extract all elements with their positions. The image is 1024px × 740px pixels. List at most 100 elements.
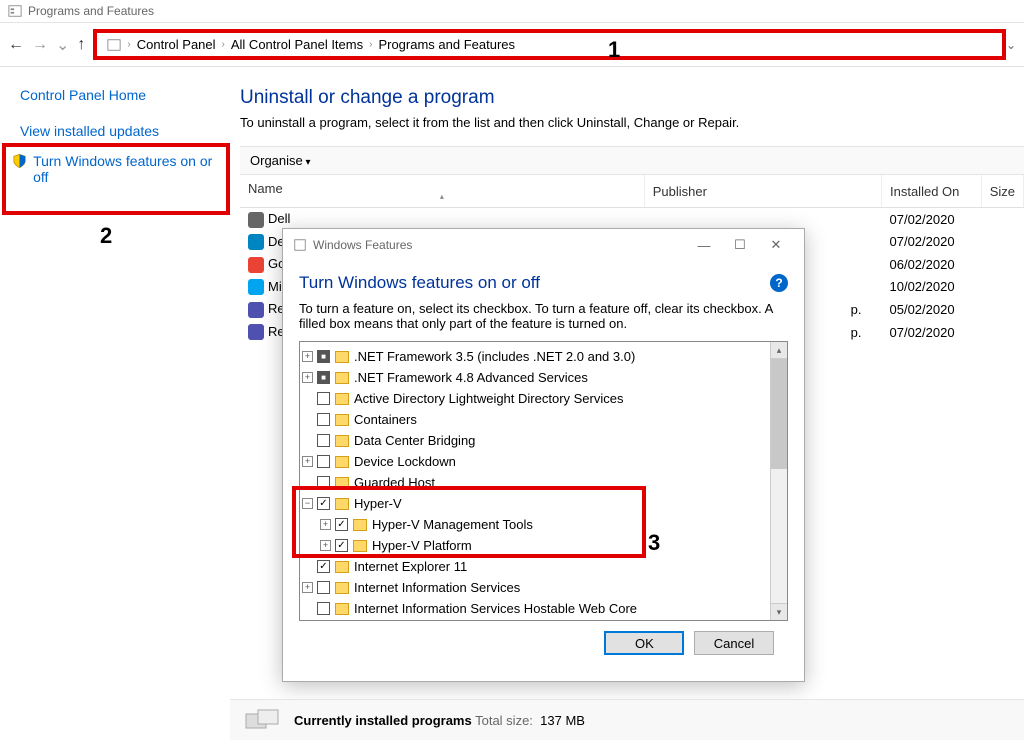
nav-row: ← → ⌄ ↑ › Control Panel › All Control Pa… [0,23,1024,67]
feature-checkbox[interactable] [317,497,330,510]
expand-toggle [302,561,313,572]
status-meta: Total size: [475,713,533,728]
feature-row[interactable]: Data Center Bridging [302,430,768,451]
feature-checkbox[interactable] [317,371,330,384]
feature-label: Internet Information Services Hostable W… [354,601,637,616]
feature-label: Hyper-V Management Tools [372,517,533,532]
feature-label: Device Lockdown [354,454,456,469]
feature-checkbox[interactable] [317,602,330,615]
feature-checkbox[interactable] [317,413,330,426]
chevron-right-icon: › [222,39,225,50]
minimize-button[interactable]: — [686,238,722,253]
expand-toggle[interactable]: + [302,351,313,362]
feature-checkbox[interactable] [317,581,330,594]
feature-checkbox[interactable] [335,518,348,531]
toolbar: Organise [240,146,1024,175]
feature-checkbox[interactable] [335,539,348,552]
dialog-titlebar[interactable]: Windows Features — ☐ ✕ [283,229,804,261]
help-icon[interactable]: ? [770,274,788,292]
sidebar-home-link[interactable]: Control Panel Home [20,87,230,103]
feature-label: Containers [354,412,417,427]
breadcrumb-item[interactable]: Programs and Features [378,37,515,52]
folder-icon [335,414,349,426]
feature-row[interactable]: Internet Information Services Hostable W… [302,598,768,619]
expand-toggle[interactable]: + [302,372,313,383]
window-titlebar: Programs and Features [0,0,1024,23]
sidebar-updates-link[interactable]: View installed updates [20,123,230,139]
status-label: Currently installed programs [294,713,472,728]
programs-icon [244,708,284,732]
col-name[interactable]: Name▴ [240,175,644,208]
feature-label: Data Center Bridging [354,433,475,448]
col-publisher[interactable]: Publisher [644,175,881,208]
feature-label: Hyper-V [354,496,402,511]
feature-row[interactable]: + Hyper-V Platform [302,535,768,556]
nav-back[interactable]: ← [8,36,24,54]
page-subtext: To uninstall a program, select it from t… [240,115,1024,130]
col-size[interactable]: Size [981,175,1023,208]
nav-forward[interactable]: → [32,36,48,54]
feature-row[interactable]: + Device Lockdown [302,451,768,472]
nav-up[interactable]: ↑ [77,36,85,54]
feature-label: Guarded Host [354,475,435,490]
feature-row[interactable]: + .NET Framework 3.5 (includes .NET 2.0 a… [302,346,768,367]
folder-icon [335,561,349,573]
scrollbar[interactable]: ▴ ▾ [770,342,787,620]
breadcrumb-item[interactable]: Control Panel [137,37,216,52]
folder-icon [353,519,367,531]
folder-icon [335,435,349,447]
organise-button[interactable]: Organise [250,153,311,168]
folder-icon [335,351,349,363]
scroll-up-icon[interactable]: ▴ [771,342,787,359]
expand-toggle[interactable]: + [320,540,331,551]
sidebar-features-label[interactable]: Turn Windows features on or off [33,153,220,185]
feature-row[interactable]: + Hyper-V Management Tools [302,514,768,535]
breadcrumb[interactable]: › Control Panel › All Control Panel Item… [93,29,1006,60]
feature-row[interactable]: Active Directory Lightweight Directory S… [302,388,768,409]
dialog-heading: Turn Windows features on or off ? [299,273,788,293]
feature-checkbox[interactable] [317,434,330,447]
scroll-down-icon[interactable]: ▾ [771,603,787,620]
feature-row[interactable]: − Hyper-V [302,493,768,514]
address-dropdown-icon[interactable]: ⌄ [1006,38,1016,52]
expand-toggle [302,393,313,404]
feature-checkbox[interactable] [317,392,330,405]
folder-icon [353,540,367,552]
feature-checkbox[interactable] [317,476,330,489]
feature-label: .NET Framework 3.5 (includes .NET 2.0 an… [354,349,635,364]
expand-toggle[interactable]: − [302,498,313,509]
feature-label: Hyper-V Platform [372,538,472,553]
close-button[interactable]: ✕ [758,237,794,253]
feature-checkbox[interactable] [317,350,330,363]
features-icon [293,238,307,252]
feature-checkbox[interactable] [317,560,330,573]
expand-toggle [302,477,313,488]
sidebar-features-link[interactable]: Turn Windows features on or off [2,143,230,215]
expand-toggle[interactable]: + [302,456,313,467]
feature-row[interactable]: Internet Explorer 11 [302,556,768,577]
feature-checkbox[interactable] [317,455,330,468]
feature-row[interactable]: Containers [302,409,768,430]
chevron-right-icon: › [369,39,372,50]
folder-icon [335,603,349,615]
cancel-button[interactable]: Cancel [694,631,774,655]
shield-icon [12,153,27,169]
expand-toggle[interactable]: + [302,582,313,593]
folder-icon [335,393,349,405]
feature-row[interactable]: Guarded Host [302,472,768,493]
scroll-thumb[interactable] [771,359,787,469]
feature-row[interactable]: +.NET Framework 4.8 Advanced Services [302,367,768,388]
col-installed[interactable]: Installed On [882,175,982,208]
expand-toggle [302,414,313,425]
ok-button[interactable]: OK [604,631,684,655]
breadcrumb-root-icon [107,38,121,52]
expand-toggle[interactable]: + [320,519,331,530]
feature-label: Internet Information Services [354,580,520,595]
breadcrumb-item[interactable]: All Control Panel Items [231,37,363,52]
folder-icon [335,498,349,510]
expand-toggle [302,435,313,446]
feature-row[interactable]: + Internet Information Services [302,577,768,598]
nav-recent-dropdown[interactable]: ⌄ [56,35,69,55]
feature-label: Active Directory Lightweight Directory S… [354,391,623,406]
maximize-button[interactable]: ☐ [722,237,758,253]
